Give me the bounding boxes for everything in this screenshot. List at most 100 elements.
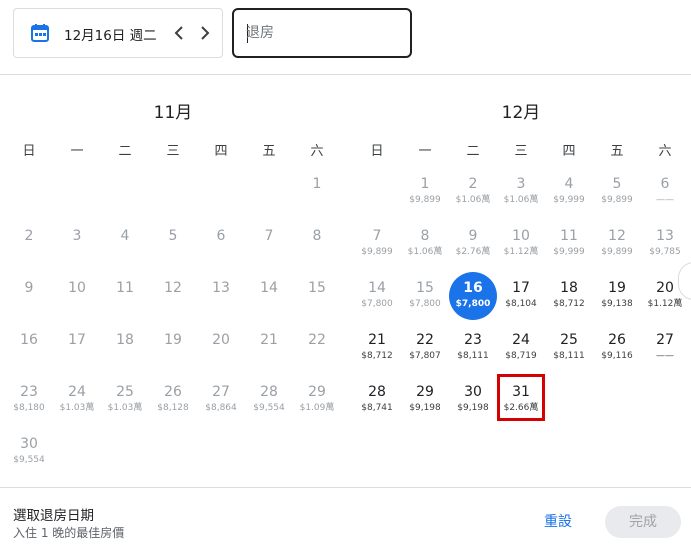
day-price: $9,554 — [253, 403, 285, 413]
calendar-day[interactable]: 19 $9,138 — [593, 280, 641, 330]
day-number: 28 — [260, 384, 278, 400]
day-number: 27 — [212, 384, 230, 400]
calendar-day[interactable]: 27 —— — [641, 332, 689, 382]
calendar-day[interactable]: 21 $8,712 — [353, 332, 401, 382]
calendar-day: 14 $7,800 — [353, 280, 401, 330]
calendar-day: 27 $8,864 — [197, 384, 245, 434]
day-number: 22 — [308, 332, 326, 348]
day-price: $9,554 — [13, 455, 45, 465]
day-price: $9,899 — [409, 195, 441, 205]
day-number: 26 — [608, 332, 626, 348]
calendar-day: 6 —— — [641, 176, 689, 226]
weekday-header: 四 — [214, 144, 228, 159]
day-price: $9,116 — [601, 351, 633, 361]
done-button[interactable]: 完成 — [605, 506, 681, 538]
calendar-day: 12 $9,899 — [593, 228, 641, 278]
day-number: 23 — [464, 332, 482, 348]
chevron-right-icon[interactable] — [193, 22, 215, 44]
day-number: 18 — [560, 280, 578, 296]
day-number: 6 — [216, 228, 226, 244]
day-price: $9,198 — [457, 403, 489, 413]
weekday-header: 一 — [70, 144, 84, 159]
day-number: 19 — [164, 332, 182, 348]
calendar-day: 24 $1.03萬 — [53, 384, 101, 434]
day-number: 25 — [116, 384, 134, 400]
day-number: 2 — [24, 228, 34, 244]
calendar-day: 15 — [293, 280, 341, 330]
day-number: 16 — [20, 332, 38, 348]
calendar-day: 5 $9,899 — [593, 176, 641, 226]
day-number: 30 — [464, 384, 482, 400]
checkout-input[interactable] — [246, 23, 396, 43]
checkin-date-chip[interactable]: 12月16日 週二 — [13, 8, 223, 58]
day-price: $7,800 — [455, 299, 491, 309]
day-price: $7,807 — [409, 351, 441, 361]
day-price: $9,899 — [361, 247, 393, 257]
day-number: 17 — [512, 280, 530, 296]
weekday-header: 一 — [418, 144, 432, 159]
day-price: $8,104 — [505, 299, 537, 309]
calendar-day[interactable]: 25 $8,111 — [545, 332, 593, 382]
calendar-day[interactable]: 22 $7,807 — [401, 332, 449, 382]
calendar-day: 15 $7,800 — [401, 280, 449, 330]
day-price: $8,128 — [157, 403, 189, 413]
weekday-header: 四 — [562, 144, 576, 159]
day-number: 17 — [68, 332, 86, 348]
calendar-day[interactable]: 28 $8,741 — [353, 384, 401, 434]
calendar-day: 4 — [101, 228, 149, 278]
calendar-day: 8 $1.06萬 — [401, 228, 449, 278]
day-number: 10 — [512, 228, 530, 244]
weekday-header: 日 — [370, 144, 384, 159]
calendar-day[interactable]: 30 $9,198 — [449, 384, 497, 434]
calendar-day[interactable]: 17 $8,104 — [497, 280, 545, 330]
day-number: 14 — [260, 280, 278, 296]
day-price: $8,741 — [361, 403, 393, 413]
day-number: 6 — [660, 176, 670, 192]
weekday-header: 五 — [262, 144, 276, 159]
calendar-day: 29 $1.09萬 — [293, 384, 341, 434]
day-number: 15 — [308, 280, 326, 296]
calendar-day: 2 — [5, 228, 53, 278]
calendar-day: 14 — [245, 280, 293, 330]
day-number: 29 — [416, 384, 434, 400]
calendar-day: 16 — [5, 332, 53, 382]
day-number: 7 — [264, 228, 274, 244]
calendar-day: 21 — [245, 332, 293, 382]
calendar-day[interactable]: 16 $7,800 — [449, 280, 497, 330]
weekday-header: 三 — [166, 144, 180, 159]
divider — [0, 74, 691, 75]
day-number: 16 — [463, 280, 483, 296]
day-price: —— — [656, 195, 674, 205]
day-number: 9 — [468, 228, 478, 244]
day-price: $8,864 — [205, 403, 237, 413]
weekday-header: 二 — [118, 144, 132, 159]
day-price: $9,999 — [553, 247, 585, 257]
day-number: 14 — [368, 280, 386, 296]
calendar-day: 19 — [149, 332, 197, 382]
calendar-day: 26 $8,128 — [149, 384, 197, 434]
day-number: 13 — [212, 280, 230, 296]
highlight-box — [497, 374, 545, 421]
calendar-day: 8 — [293, 228, 341, 278]
reset-button[interactable]: 重設 — [532, 506, 584, 538]
day-price: —— — [656, 351, 674, 361]
calendar-day[interactable]: 26 $9,116 — [593, 332, 641, 382]
calendar-day[interactable]: 23 $8,111 — [449, 332, 497, 382]
calendar-day: 10 $1.12萬 — [497, 228, 545, 278]
day-price: $9,785 — [649, 247, 681, 257]
checkout-field[interactable] — [232, 8, 412, 58]
calendar-day: 6 — [197, 228, 245, 278]
day-number: 7 — [372, 228, 382, 244]
day-number: 24 — [68, 384, 86, 400]
calendar-day[interactable]: 29 $9,198 — [401, 384, 449, 434]
calendar-day: 18 — [101, 332, 149, 382]
day-number: 30 — [20, 436, 38, 452]
chevron-left-icon[interactable] — [169, 22, 191, 44]
day-price: $9,138 — [601, 299, 633, 309]
day-number: 20 — [212, 332, 230, 348]
day-number: 22 — [416, 332, 434, 348]
day-price: $9,198 — [409, 403, 441, 413]
day-number: 19 — [608, 280, 626, 296]
day-number: 9 — [24, 280, 34, 296]
calendar-day[interactable]: 18 $8,712 — [545, 280, 593, 330]
